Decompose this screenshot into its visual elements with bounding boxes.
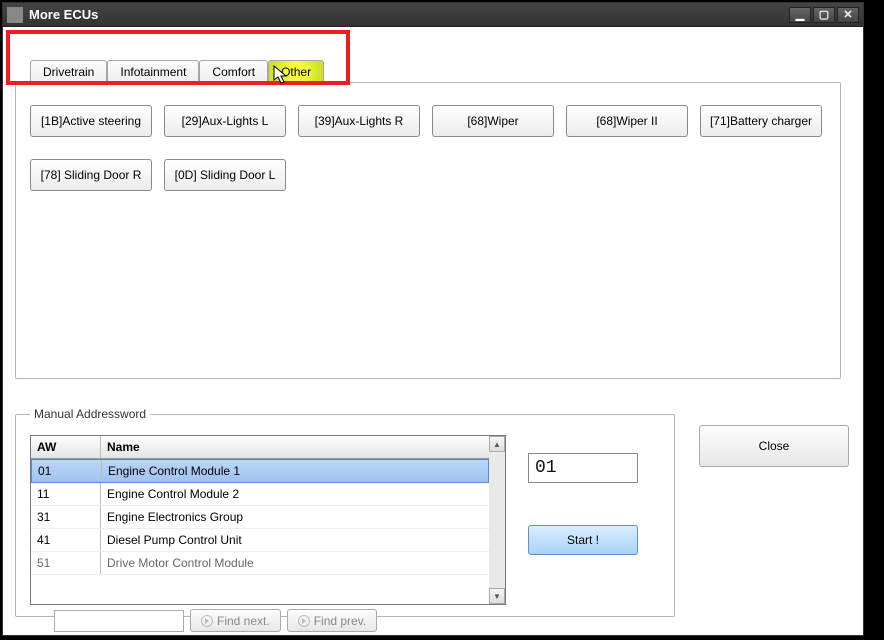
addressword-input[interactable] [528,453,638,483]
manual-addressword-group: Manual Addressword AW Name [15,407,675,617]
ecu-btn-wiper-ii[interactable]: [68]Wiper II [566,105,688,137]
grid-scrollbar[interactable]: ▲ ▼ [489,436,505,604]
tab-strip: Drivetrain Infotainment Comfort Other [30,59,851,82]
app-icon [7,7,23,23]
table-row[interactable]: 11 Engine Control Module 2 [31,483,489,506]
grid-header: AW Name [31,436,489,459]
maximize-button[interactable]: ▢ [813,7,835,23]
close-window-button[interactable]: ✕ [837,7,859,23]
ecu-btn-battery-charger[interactable]: [71]Battery charger [700,105,822,137]
find-next-button[interactable]: Find next. [190,609,281,632]
ecu-btn-aux-lights-r[interactable]: [39]Aux-Lights R [298,105,420,137]
ecu-btn-active-steering[interactable]: [1B]Active steering [30,105,152,137]
tab-other[interactable]: Other [268,60,324,83]
scroll-down-icon[interactable]: ▼ [489,588,505,604]
tab-comfort[interactable]: Comfort [199,60,268,83]
refresh-icon [298,615,310,627]
ecu-btn-wiper[interactable]: [68]Wiper [432,105,554,137]
table-row[interactable]: 31 Engine Electronics Group [31,506,489,529]
client-area: Drivetrain Infotainment Comfort Other [1… [3,27,863,635]
ecu-btn-sliding-door-l[interactable]: [0D] Sliding Door L [164,159,286,191]
find-prev-button[interactable]: Find prev. [287,609,377,632]
table-row[interactable]: 51 Drive Motor Control Module [31,552,489,575]
tab-container: Drivetrain Infotainment Comfort Other [1… [15,59,851,379]
col-name: Name [101,436,489,458]
manual-legend: Manual Addressword [30,407,150,421]
ecu-btn-sliding-door-r[interactable]: [78] Sliding Door R [30,159,152,191]
tab-drivetrain[interactable]: Drivetrain [30,60,107,83]
find-input[interactable] [54,610,184,632]
close-button[interactable]: Close [699,425,849,467]
find-row: Find next. Find prev. [30,609,506,632]
ecu-row-2: [78] Sliding Door R [0D] Sliding Door L [30,159,826,191]
table-row[interactable]: 01 Engine Control Module 1 [31,459,489,483]
app-window: More ECUs ▁ ▢ ✕ Drivetrain Infotainment … [2,2,864,636]
ecu-row-1: [1B]Active steering [29]Aux-Lights L [39… [30,105,826,137]
table-row[interactable]: 41 Diesel Pump Control Unit [31,529,489,552]
window-title: More ECUs [29,7,787,22]
address-grid[interactable]: AW Name 01 Engine Control Module 1 [30,435,506,605]
title-bar: More ECUs ▁ ▢ ✕ [3,3,863,27]
lower-section: Manual Addressword AW Name [15,407,851,617]
ecu-btn-aux-lights-l[interactable]: [29]Aux-Lights L [164,105,286,137]
minimize-button[interactable]: ▁ [789,7,811,23]
scroll-up-icon[interactable]: ▲ [489,436,505,452]
manual-right-col: Start ! [528,435,638,555]
refresh-icon [201,615,213,627]
start-button[interactable]: Start ! [528,525,638,555]
tab-infotainment[interactable]: Infotainment [107,60,199,83]
col-aw: AW [31,436,101,458]
ecu-panel: [1B]Active steering [29]Aux-Lights L [39… [15,82,841,379]
